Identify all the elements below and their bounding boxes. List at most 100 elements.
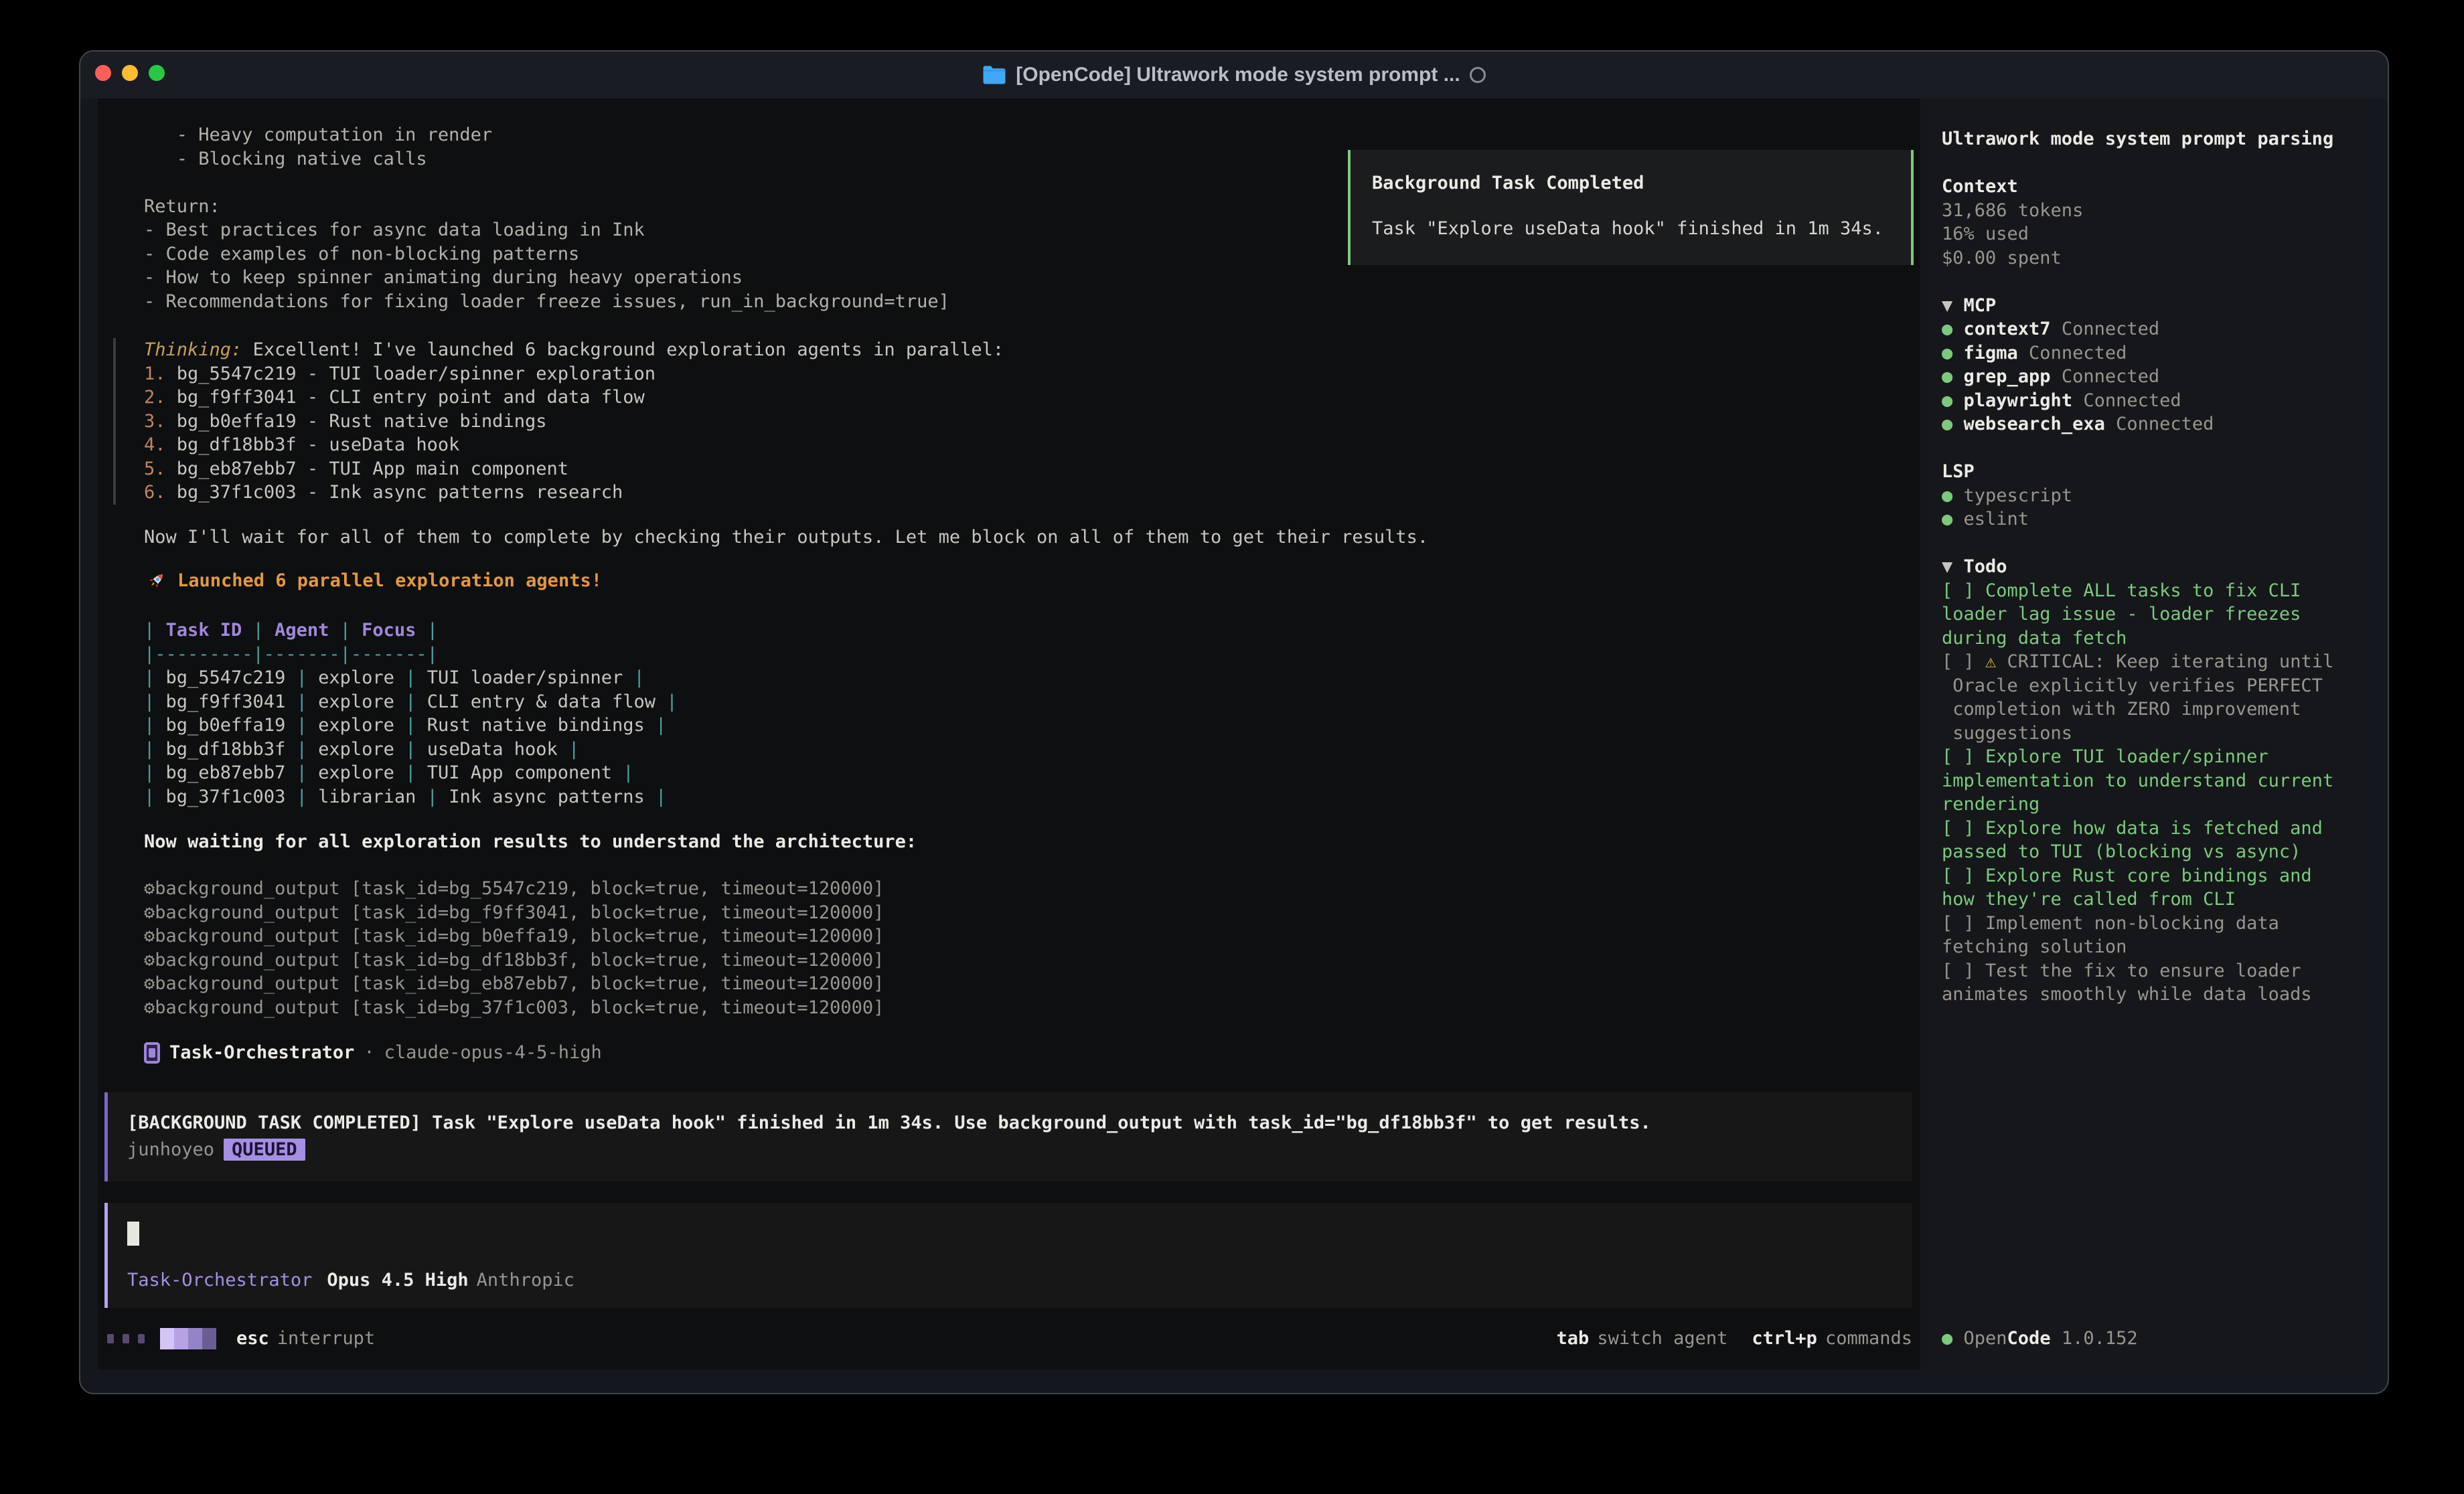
- terminal-content: - Heavy computation in render - Blocking…: [98, 98, 2370, 1370]
- text-segment: Connected: [2051, 366, 2160, 387]
- terminal-line: ● playwright Connected: [1942, 389, 2333, 413]
- spinner-gradient: [160, 1328, 216, 1349]
- terminal-line: Thinking: Excellent! I've launched 6 bac…: [144, 338, 1004, 362]
- terminal-line: ⚙background_output [task_id=bg_37f1c003,…: [144, 996, 884, 1020]
- text-segment: [task_id=bg_37f1c003, block=true, timeou…: [351, 997, 884, 1018]
- terminal-line: how they're called from CLI: [1942, 888, 2333, 912]
- text-segment: ⚙: [144, 878, 155, 899]
- text-segment: background_output: [155, 997, 351, 1018]
- terminal-line: ● websearch_exa Connected: [1942, 412, 2333, 436]
- text-segment: explore: [318, 667, 394, 688]
- text-segment: |: [285, 786, 318, 807]
- text-segment: [ ] Implement non-blocking data: [1942, 913, 2279, 934]
- terminal-line: ⚙background_output [task_id=bg_eb87ebb7,…: [144, 972, 884, 996]
- text-segment: loader lag issue - loader freezes: [1942, 604, 2301, 625]
- input-model-name: Opus 4.5 High: [327, 1270, 468, 1291]
- terminal-line: ⚙background_output [task_id=bg_b0effa19,…: [144, 924, 884, 948]
- background-task-message: [BACKGROUND TASK COMPLETED] Task "Explor…: [104, 1092, 1912, 1181]
- terminal-line: ● grep_app Connected: [1942, 365, 2333, 389]
- text-segment: context7: [1964, 319, 2051, 339]
- terminal-line: ● context7 Connected: [1942, 317, 2333, 341]
- text-segment: Connected: [2051, 319, 2160, 339]
- text-segment: Connected: [2018, 343, 2127, 363]
- terminal-line: ● OpenCode 1.0.152: [1942, 1327, 2138, 1351]
- text-segment: implementation to understand current: [1942, 770, 2333, 791]
- esc-key-label: interrupt: [277, 1328, 375, 1349]
- text-segment: ⚙: [144, 926, 155, 946]
- status-bar-right: tab switch agent ctrl+p commands: [1557, 1327, 1912, 1351]
- text-segment: |: [329, 620, 362, 641]
- prompt-input-box[interactable]: Task-OrchestratorOpus 4.5 HighAnthropic: [104, 1203, 1912, 1308]
- tab-key-label: switch agent: [1597, 1328, 1727, 1349]
- text-segment: [task_id=bg_f9ff3041, block=true, timeou…: [351, 902, 884, 923]
- terminal-line: - Code examples of non-blocking patterns: [144, 242, 949, 266]
- terminal-line: implementation to understand current: [1942, 769, 2333, 793]
- text-segment: [task_id=bg_b0effa19, block=true, timeou…: [351, 926, 884, 946]
- text-segment: - Recommendations for fixing loader free…: [144, 291, 949, 312]
- text-segment: typescript: [1964, 485, 2073, 506]
- text-segment: - How to keep spinner animating during h…: [144, 267, 743, 288]
- terminal-line: - Recommendations for fixing loader free…: [144, 290, 949, 314]
- terminal-line: completion with ZERO improvement: [1942, 697, 2333, 722]
- window-title: [OpenCode] Ultrawork mode system prompt …: [1016, 64, 1460, 86]
- text-cursor: [127, 1222, 139, 1246]
- text-segment: bg_37f1c003: [166, 786, 286, 807]
- text-segment: Oracle explicitly verifies PERFECT: [1942, 675, 2323, 696]
- text-segment: Thinking:: [144, 339, 242, 360]
- text-segment: |: [144, 667, 166, 688]
- text-segment: background_output: [155, 926, 351, 946]
- text-segment: bg_eb87ebb7: [166, 762, 286, 783]
- terminal-line: 5. bg_eb87ebb7 - TUI App main component: [144, 457, 1004, 481]
- terminal-line: Context: [1942, 175, 2333, 199]
- text-segment: Open: [1964, 1328, 2007, 1349]
- terminal-line: during data fetch: [1942, 627, 2333, 651]
- title-bar: [OpenCode] Ultrawork mode system prompt …: [80, 52, 2388, 98]
- terminal-line: [1942, 151, 2333, 175]
- text-segment: [ ] Complete ALL tasks to fix CLI: [1942, 580, 2301, 601]
- zoom-button[interactable]: [149, 65, 165, 81]
- transcript-pane: - Heavy computation in render - Blocking…: [98, 98, 1920, 1370]
- terminal-line: ⚙background_output [task_id=bg_f9ff3041,…: [144, 901, 884, 925]
- text-segment: [ ] Explore how data is fetched and: [1942, 818, 2323, 839]
- text-segment: ⚙: [144, 950, 155, 971]
- text-segment: ⚙: [144, 997, 155, 1018]
- text-segment: ●: [1942, 390, 1964, 411]
- text-segment: ⚠: [1985, 651, 1996, 672]
- username: junhoyeo: [127, 1139, 214, 1160]
- text-segment: Code: [2007, 1328, 2051, 1349]
- terminal-line: Now I'll wait for all of them to complet…: [144, 525, 1428, 550]
- text-segment: bg_df18bb3f: [166, 739, 286, 760]
- close-button[interactable]: [95, 65, 111, 81]
- terminal-line: [144, 171, 949, 195]
- text-segment: bg_5547c219: [166, 667, 286, 688]
- text-segment: 2.: [144, 387, 177, 408]
- terminal-line: ▼ MCP: [1942, 294, 2333, 318]
- terminal-line: [ ] Explore TUI loader/spinner: [1942, 745, 2333, 769]
- text-segment: bg_37f1c003 - Ink async patterns researc…: [177, 482, 623, 503]
- minimize-button[interactable]: [122, 65, 138, 81]
- text-segment: Task ID: [166, 620, 242, 641]
- terminal-line: [1942, 436, 2333, 461]
- task-completed-message: [BACKGROUND TASK COMPLETED] Task "Explor…: [127, 1111, 1651, 1135]
- terminal-line: LSP: [1942, 460, 2333, 484]
- announcement-line: Launched 6 parallel exploration agents!: [144, 569, 602, 593]
- separator-dot: ·: [364, 1042, 374, 1063]
- terminal-line: 3. bg_b0effa19 - Rust native bindings: [144, 410, 1004, 434]
- text-segment: ⚙: [144, 902, 155, 923]
- text-segment: |: [612, 762, 634, 783]
- desktop: { "glyphs": {"bullet": "●", "triangle": …: [0, 0, 2464, 1494]
- text-segment: Rust native bindings: [427, 715, 645, 736]
- text-segment: eslint: [1964, 509, 2029, 529]
- text-segment: 1.: [144, 363, 177, 384]
- status-badge: QUEUED: [224, 1139, 305, 1161]
- announcement-text: Launched 6 parallel exploration agents!: [177, 570, 602, 591]
- sidebar-sections: Ultrawork mode system prompt parsingCont…: [1942, 127, 2333, 1007]
- text-segment: ▼: [1942, 295, 1964, 316]
- assistant-text-bold: Now waiting for all exploration results …: [144, 830, 917, 854]
- terminal-line: - Best practices for async data loading …: [144, 218, 949, 242]
- terminal-line: | bg_37f1c003 | librarian | Ink async pa…: [144, 785, 678, 809]
- text-segment: |: [144, 715, 166, 736]
- input-provider-name: Anthropic: [477, 1270, 574, 1291]
- text-segment: Ink async patterns: [449, 786, 645, 807]
- text-segment: |: [623, 667, 645, 688]
